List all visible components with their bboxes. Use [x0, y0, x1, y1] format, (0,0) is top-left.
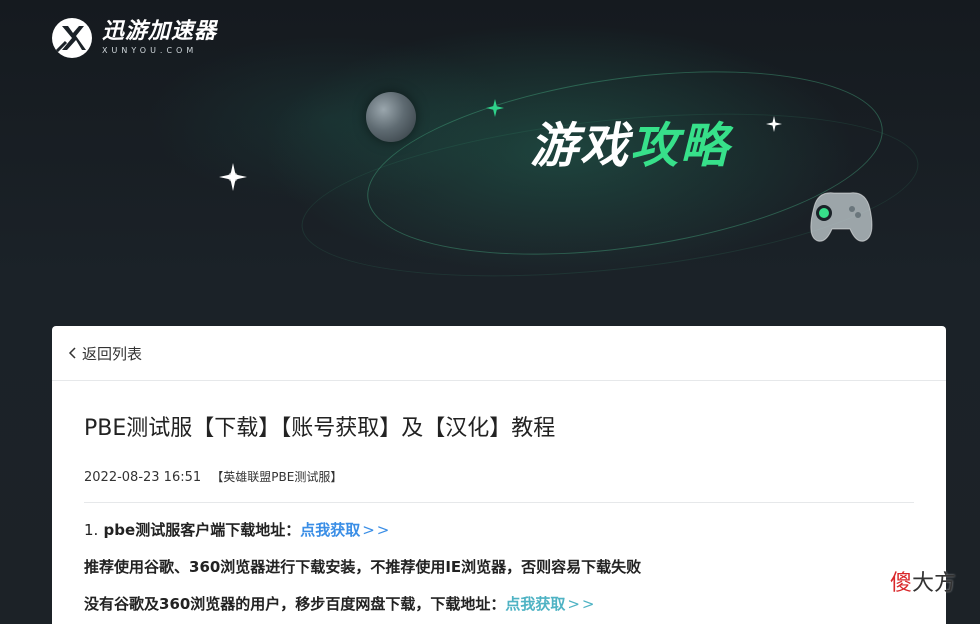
article-meta: 2022-08-23 16:51 【英雄联盟PBE测试服】	[84, 468, 914, 503]
paragraph-3-text: 没有谷歌及360浏览器的用户，移步百度网盘下载，下载地址：	[84, 595, 506, 613]
back-label: 返回列表	[82, 344, 143, 363]
download-link-2-label: 点我获取	[505, 595, 566, 613]
paragraph-1-text: pbe测试服客户端下载地址：	[103, 521, 301, 539]
watermark-char-2: 大方	[912, 571, 957, 596]
back-to-list-link[interactable]: 返回列表	[52, 326, 946, 381]
article-card: 返回列表 PBE测试服【下载】【账号获取】及【汉化】教程 2022-08-23 …	[52, 326, 946, 624]
paragraph-1: 1. pbe测试服客户端下载地址：点我获取 >>	[84, 520, 914, 540]
chevron-left-icon	[68, 347, 76, 359]
download-link-1-arrow: >>	[362, 521, 392, 539]
xunyou-logo-icon	[52, 18, 92, 58]
brand-name-cn: 迅游加速器	[102, 19, 218, 44]
sparkle-white-icon	[219, 163, 247, 191]
download-link-2-arrow: >>	[567, 595, 597, 613]
download-link-1-label: 点我获取	[300, 521, 361, 539]
brand-name-en: XUNYOU.COM	[102, 46, 198, 55]
banner-title: 游戏攻略	[530, 118, 730, 174]
article-category[interactable]: 【英雄联盟PBE测试服】	[211, 470, 342, 484]
banner-title-green: 攻略	[630, 118, 731, 174]
article-date: 2022-08-23 16:51	[84, 470, 202, 485]
watermark-char-1: 傻	[890, 571, 913, 596]
article-title: PBE测试服【下载】【账号获取】及【汉化】教程	[84, 416, 556, 441]
watermark: 傻大方	[890, 570, 956, 598]
paragraph-3: 没有谷歌及360浏览器的用户，移步百度网盘下载，下载地址：点我获取 >>	[84, 594, 914, 614]
gamepad-icon	[810, 192, 873, 242]
planet-decoration	[366, 92, 416, 142]
paragraph-2: 推荐使用谷歌、360浏览器进行下载安装，不推荐使用IE浏览器，否则容易下载失败	[84, 558, 642, 576]
download-link-2[interactable]: 点我获取 >>	[505, 595, 596, 613]
sparkle-small-icon	[766, 116, 782, 132]
paragraph-1-number: 1.	[84, 521, 99, 539]
download-link-1[interactable]: 点我获取 >>	[300, 521, 391, 539]
banner-title-white: 游戏	[530, 118, 631, 174]
brand-logo[interactable]: 迅游加速器 XUNYOU.COM	[52, 18, 217, 58]
sparkle-green-icon	[486, 99, 504, 117]
